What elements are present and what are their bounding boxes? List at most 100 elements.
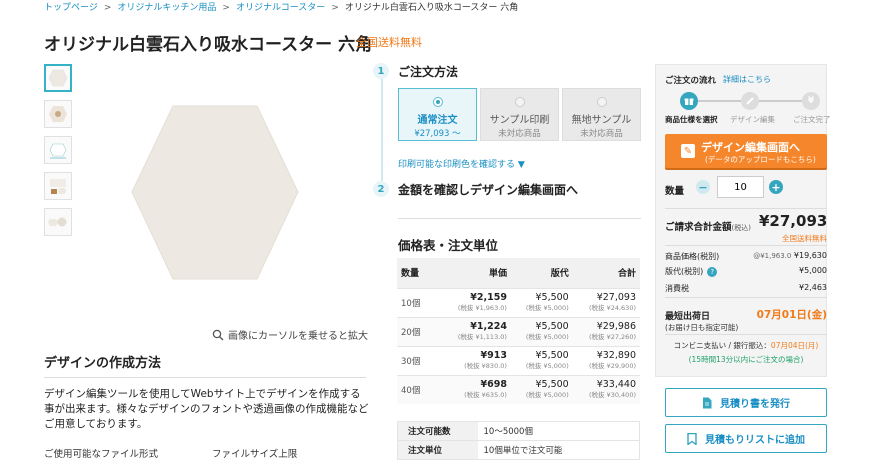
design-editor-button[interactable]: ✎ デザイン編集画面へ (データのアップロードもこちら): [665, 134, 827, 168]
order-option-label: 通常注文: [417, 115, 458, 126]
panel-divider: [665, 334, 827, 335]
step-1-number: 1: [373, 63, 389, 79]
plate-price-excl: (税抜 ¥5,000): [525, 361, 569, 370]
total-price: ¥27,093: [759, 212, 828, 230]
coaster-scene-thumb: [50, 179, 66, 194]
coaster-set-thumb: [48, 217, 67, 227]
flow-connector: [759, 100, 802, 102]
table-row[interactable]: 40個 ¥698 (税抜 ¥635.0) ¥5,500 (税抜 ¥5,000) ¥3…: [397, 374, 640, 404]
table-row: 注文可能数 10〜5000個: [397, 421, 640, 441]
order-option-plain-sample[interactable]: 無地サンプル 未対応商品: [562, 88, 641, 141]
order-flow-heading: ご注文の流れ: [665, 76, 717, 86]
breadcrumb-link-coaster[interactable]: オリジナルコースター: [236, 0, 325, 13]
row-qty: 40個: [397, 374, 441, 404]
panel-divider: [665, 245, 827, 246]
design-editor-button-sub: (データのアップロードもこちら): [705, 155, 816, 164]
step-2-number: 2: [373, 181, 389, 197]
order-info-table: 注文可能数 10〜5000個 注文単位 10個単位で注文可能: [397, 421, 640, 460]
konbini-label: コンビニ支払い / 銀行振込：: [673, 341, 771, 350]
step-connector: [381, 77, 383, 192]
order-option-sample-print[interactable]: サンプル印刷 未対応商品: [480, 88, 559, 141]
radio-selected[interactable]: [432, 97, 443, 107]
order-info-key: 注文単位: [397, 440, 478, 460]
total-shipping-note: 全国送料無料: [782, 234, 827, 243]
header-qty: 数量: [397, 258, 441, 288]
konbini-date: 07月04日(月): [770, 341, 819, 350]
thumbnail-1[interactable]: [44, 64, 72, 92]
unit-price-excl: (税抜 ¥635.0): [464, 390, 507, 399]
zoom-hint-text: 画像にカーソルを乗せると拡大: [228, 331, 368, 342]
breadcrumb-link-top[interactable]: トップページ: [44, 0, 98, 13]
plate-price: ¥5,500: [535, 320, 569, 332]
design-method-heading: デザインの作成方法: [44, 356, 162, 371]
price-table-heading: 価格表・注文単位: [398, 238, 499, 253]
page-title: オリジナル白雲石入り吸水コースター 六角: [44, 35, 373, 55]
header-total: 合計: [572, 258, 640, 288]
row-qty: 30個: [397, 345, 441, 375]
yen-icon: ¥: [802, 92, 820, 110]
pencil-icon: [741, 92, 759, 110]
step-2-title: 金額を確認しデザイン編集画面へ: [398, 183, 579, 197]
unit-price: ¥698: [480, 378, 507, 390]
flow-connector: [698, 100, 741, 102]
order-option-normal[interactable]: 通常注文 ¥27,093 〜: [398, 88, 477, 141]
breadcrumb-current: オリジナル白雲石入り吸水コースター 六角: [344, 3, 519, 13]
radio-disabled[interactable]: [596, 97, 607, 107]
breakdown-row: 商品価格(税別) @¥1,963.0 ¥19,630: [665, 251, 827, 262]
order-flow-details-link[interactable]: 詳細はこちら: [723, 74, 771, 85]
search-icon: [212, 329, 224, 340]
file-type-label: ご使用可能なファイル形式: [44, 449, 159, 460]
row-qty: 20個: [397, 316, 441, 346]
zoom-hint: 画像にカーソルを乗せると拡大: [212, 327, 368, 342]
table-row[interactable]: 30個 ¥913 (税抜 ¥830.0) ¥5,500 (税抜 ¥5,000) ¥3…: [397, 345, 640, 375]
panel-divider: [665, 297, 827, 298]
breakdown-label: 消費税: [665, 284, 689, 293]
breadcrumb-link-kitchen[interactable]: オリジナルキッチン用品: [117, 0, 216, 13]
radio-disabled[interactable]: [514, 97, 525, 107]
hexagon-coaster-thumb: [48, 69, 68, 87]
price-table-header: 数量 単価 版代 合計: [397, 258, 640, 288]
order-info-value: 10個単位で注文可能: [477, 440, 640, 460]
price-table: 数量 単価 版代 合計 10個 ¥2,159 (税抜 ¥1,963.0) ¥5,5…: [397, 258, 640, 404]
order-option-sub: ¥27,093 〜: [414, 129, 461, 139]
order-option-label: サンプル印刷: [489, 115, 550, 126]
order-option-sub: 未対応商品: [580, 129, 623, 139]
print-color-link[interactable]: 印刷可能な印刷色を確認する ▼: [398, 157, 525, 170]
free-shipping-badge: 全国送料無料: [356, 36, 422, 49]
table-row[interactable]: 20個 ¥1,224 (税抜 ¥1,113.0) ¥5,500 (税抜 ¥5,000…: [397, 316, 640, 346]
price-divider: [398, 218, 641, 219]
breakdown-value: ¥2,463: [799, 283, 827, 292]
panel-divider: [665, 208, 827, 209]
quantity-increment-button[interactable]: +: [769, 180, 783, 194]
help-icon[interactable]: ?: [707, 267, 718, 277]
total-tax-note: (税込): [731, 224, 751, 232]
table-row[interactable]: 10個 ¥2,159 (税抜 ¥1,963.0) ¥5,500 (税抜 ¥5,000…: [397, 287, 640, 317]
breakdown-value: ¥5,000: [799, 266, 827, 275]
total-price-excl: (税抜 ¥30,400): [588, 390, 636, 399]
quantity-decrement-button[interactable]: −: [696, 180, 710, 194]
add-to-quote-list-button[interactable]: 見積もりリストに追加: [665, 424, 827, 453]
issue-quote-button-label: 見積り書を発行: [720, 399, 790, 410]
plate-price-excl: (税抜 ¥5,000): [525, 332, 569, 341]
product-main-image[interactable]: [130, 100, 300, 295]
ship-date-note: (お届け日も指定可能): [665, 323, 739, 332]
thumbnail-4[interactable]: [44, 172, 72, 200]
order-option-label: 無地サンプル: [571, 115, 632, 126]
breadcrumb-separator: >: [222, 3, 230, 13]
thumbnail-3[interactable]: [44, 136, 72, 164]
ship-date-label: 最短出荷日: [665, 312, 711, 322]
total-price: ¥32,890: [596, 349, 636, 361]
coaster-print-thumb: [49, 106, 67, 122]
breakdown-row: 消費税 ¥2,463: [665, 283, 827, 294]
quantity-label: 数量: [665, 186, 685, 197]
total-label: ご請求合計金額(税込): [665, 219, 751, 233]
plate-price-excl: (税抜 ¥5,000): [525, 303, 569, 312]
quantity-input[interactable]: [717, 176, 764, 198]
breakdown-label: 版代(税別): [665, 267, 704, 276]
issue-quote-button[interactable]: 見積り書を発行: [665, 388, 827, 417]
thumbnail-2[interactable]: [44, 100, 72, 128]
file-size-label: ファイルサイズ上限: [212, 449, 298, 460]
thumbnail-5[interactable]: [44, 208, 72, 236]
row-qty: 10個: [397, 287, 441, 317]
plate-price: ¥5,500: [535, 349, 569, 361]
